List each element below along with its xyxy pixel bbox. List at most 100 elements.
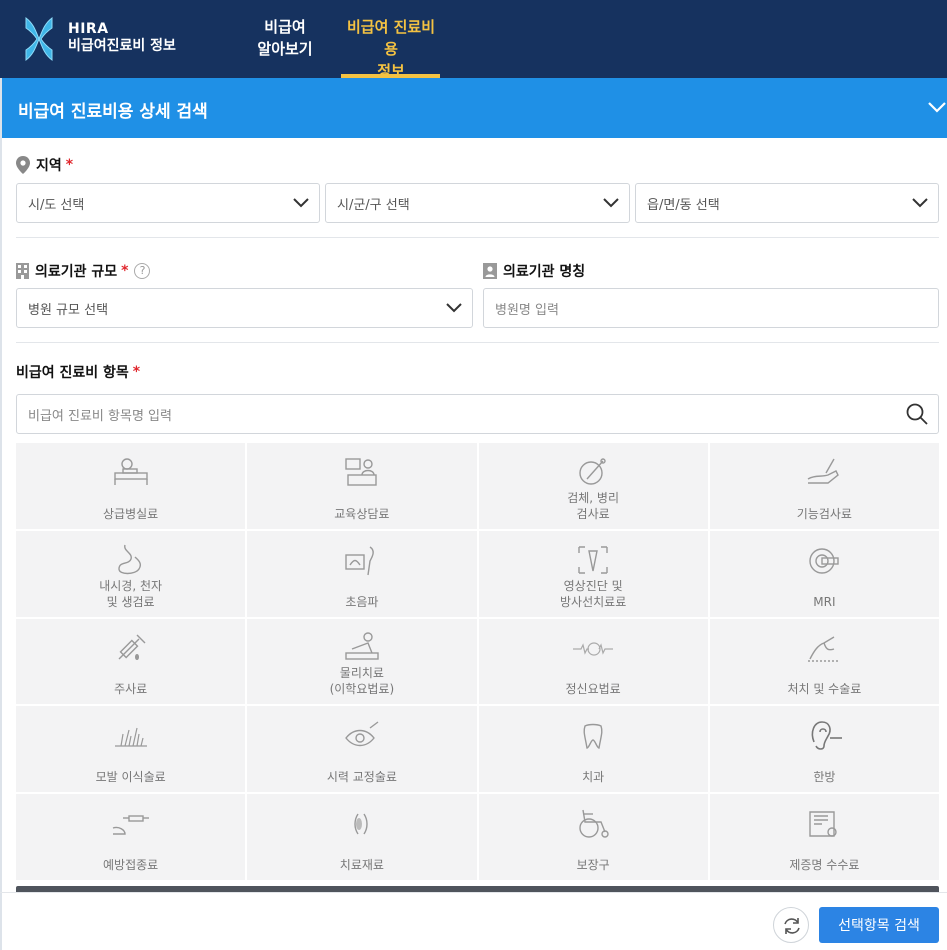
category-surgery[interactable]: 처치 및 수술료 <box>709 618 939 705</box>
hospital-scale-label: 의료기관 규모 * ? <box>16 261 151 281</box>
chevron-down-icon[interactable] <box>927 99 947 115</box>
endoscope-icon <box>117 544 141 574</box>
nav-label-line2: 알아보기 <box>257 40 313 58</box>
surgery-icon <box>808 635 839 662</box>
nav-label-line1: 비급여 진료비용 <box>346 18 436 58</box>
category-label: 치료재료 <box>339 858 384 872</box>
category-oriental-medicine[interactable]: 한방 <box>709 706 939 793</box>
left-border <box>0 78 2 950</box>
vaccine-icon <box>112 815 149 835</box>
item-search-input[interactable]: 비급여 진료비 항목명 입력 <box>16 394 939 434</box>
hair-transplant-icon <box>114 728 147 747</box>
hospital-bed-icon <box>113 458 148 485</box>
ultrasound-icon <box>345 546 374 575</box>
logo-text[interactable]: HIRA 비급여진료비 정보 <box>68 21 176 55</box>
logo-title: HIRA <box>68 21 109 37</box>
item-search-label: 비급여 진료비 항목 * <box>16 362 140 382</box>
required-mark: * <box>65 157 74 173</box>
item-search-placeholder: 비급여 진료비 항목명 입력 <box>28 408 172 424</box>
category-label: 검체, 병리 검사료 <box>567 490 620 521</box>
category-psychotherapy[interactable]: 정신요법료 <box>478 618 708 705</box>
hira-logo-icon[interactable] <box>22 16 56 62</box>
category-endoscopy[interactable]: 내시경, 천자 및 생검료 <box>16 530 246 617</box>
top-nav-bar: HIRA 비급여진료비 정보 비급여 알아보기 비급여 진료비용 정보 <box>0 0 947 80</box>
sido-select[interactable]: 시/도 선택 <box>16 183 320 223</box>
chevron-down-icon <box>603 198 619 208</box>
category-specimen-test[interactable]: 검체, 병리 검사료 <box>478 443 708 529</box>
category-label: 치과 <box>582 770 605 785</box>
counseling-icon <box>345 458 377 486</box>
category-label: 시력 교정술료 <box>326 770 397 785</box>
category-imaging[interactable]: 영상진단 및 방사선치료료 <box>478 530 708 617</box>
item-search-label-text: 비급여 진료비 항목 <box>16 365 129 381</box>
building-icon <box>16 263 29 279</box>
reset-button[interactable] <box>773 907 809 943</box>
required-mark: * <box>121 263 129 279</box>
category-assistive-device[interactable]: 보장구 <box>478 794 708 880</box>
category-label: 처치 및 수술료 <box>787 682 862 697</box>
hospital-name-label-text: 의료기관 명칭 <box>503 264 586 280</box>
eye-laser-icon <box>344 721 379 747</box>
category-counseling[interactable]: 교육상담료 <box>247 443 477 529</box>
xray-icon <box>578 546 608 574</box>
wheelchair-icon <box>579 810 609 838</box>
category-treatment-material[interactable]: 치료재료 <box>247 794 477 880</box>
category-injection[interactable]: 주사료 <box>16 618 246 705</box>
hospital-scale-label-text: 의료기관 규모 <box>35 264 118 280</box>
divider <box>0 892 947 893</box>
category-vaccination[interactable]: 예방접종료 <box>16 794 246 880</box>
category-label: 영상진단 및 방사선치료료 <box>560 578 627 609</box>
search-selected-button[interactable]: 선택항목 검색 <box>819 907 939 943</box>
category-label: 기능검사료 <box>796 506 852 521</box>
hospital-scale-select[interactable]: 병원 규모 선택 <box>16 288 473 328</box>
category-ultrasound[interactable]: 초음파 <box>247 530 477 617</box>
logo-subtitle: 비급여진료비 정보 <box>68 38 176 54</box>
category-label: 교육상담료 <box>334 506 390 521</box>
category-label: 한방 <box>813 770 836 785</box>
detail-search-section-header[interactable]: 비급여 진료비용 상세 검색 <box>2 78 947 138</box>
category-dental[interactable]: 치과 <box>478 706 708 793</box>
category-vision-correction[interactable]: 시력 교정술료 <box>247 706 477 793</box>
hospital-name-label: 의료기관 명칭 <box>483 261 585 281</box>
chevron-down-icon <box>912 198 928 208</box>
physical-therapy-icon <box>345 631 379 660</box>
category-label: 예방접종료 <box>103 858 159 872</box>
chevron-down-icon <box>446 303 462 313</box>
ear-acupuncture-icon <box>812 721 843 751</box>
category-hair-transplant[interactable]: 모발 이식술료 <box>16 706 246 793</box>
category-mri[interactable]: MRI <box>709 530 939 617</box>
divider <box>16 237 939 238</box>
mri-icon <box>809 548 840 574</box>
map-pin-icon <box>16 156 30 174</box>
nav-noncovered-cost-info[interactable]: 비급여 진료비용 정보 <box>341 16 441 82</box>
region-label-text: 지역 <box>36 158 62 174</box>
sigungu-select-value: 시/군/구 선택 <box>337 197 410 213</box>
category-function-test[interactable]: 기능검사료 <box>709 443 939 529</box>
category-label: 정신요법료 <box>565 682 621 697</box>
hospital-name-input[interactable]: 병원명 입력 <box>483 288 939 328</box>
required-mark: * <box>132 364 141 380</box>
specimen-test-icon <box>579 458 606 485</box>
chevron-down-icon <box>293 198 309 208</box>
sigungu-select[interactable]: 시/군/구 선택 <box>325 183 630 223</box>
category-label: 주사료 <box>114 682 148 697</box>
help-icon[interactable]: ? <box>134 263 151 279</box>
eupmyeondong-select[interactable]: 읍/면/동 선택 <box>635 183 939 223</box>
hospital-id-icon <box>483 263 497 279</box>
category-hospital-room[interactable]: 상급병실료 <box>16 443 246 529</box>
sido-select-value: 시/도 선택 <box>28 197 85 213</box>
brain-wave-icon <box>573 641 614 656</box>
nav-label-line1: 비급여 <box>264 18 306 36</box>
category-certificate-fee[interactable]: 제증명 수수료 <box>709 794 939 880</box>
category-label: 제증명 수수료 <box>789 858 860 872</box>
category-physical-therapy[interactable]: 물리치료 (이학요법료) <box>247 618 477 705</box>
section-title: 비급여 진료비용 상세 검색 <box>18 102 208 122</box>
search-icon[interactable] <box>906 403 928 425</box>
certificate-icon <box>809 811 838 837</box>
region-label: 지역 * <box>16 155 73 175</box>
category-label: 상급병실료 <box>103 506 159 521</box>
category-label: 보장구 <box>576 858 610 872</box>
nav-noncovered-intro[interactable]: 비급여 알아보기 <box>254 16 316 60</box>
hospital-scale-select-value: 병원 규모 선택 <box>28 302 109 318</box>
divider <box>16 342 939 343</box>
